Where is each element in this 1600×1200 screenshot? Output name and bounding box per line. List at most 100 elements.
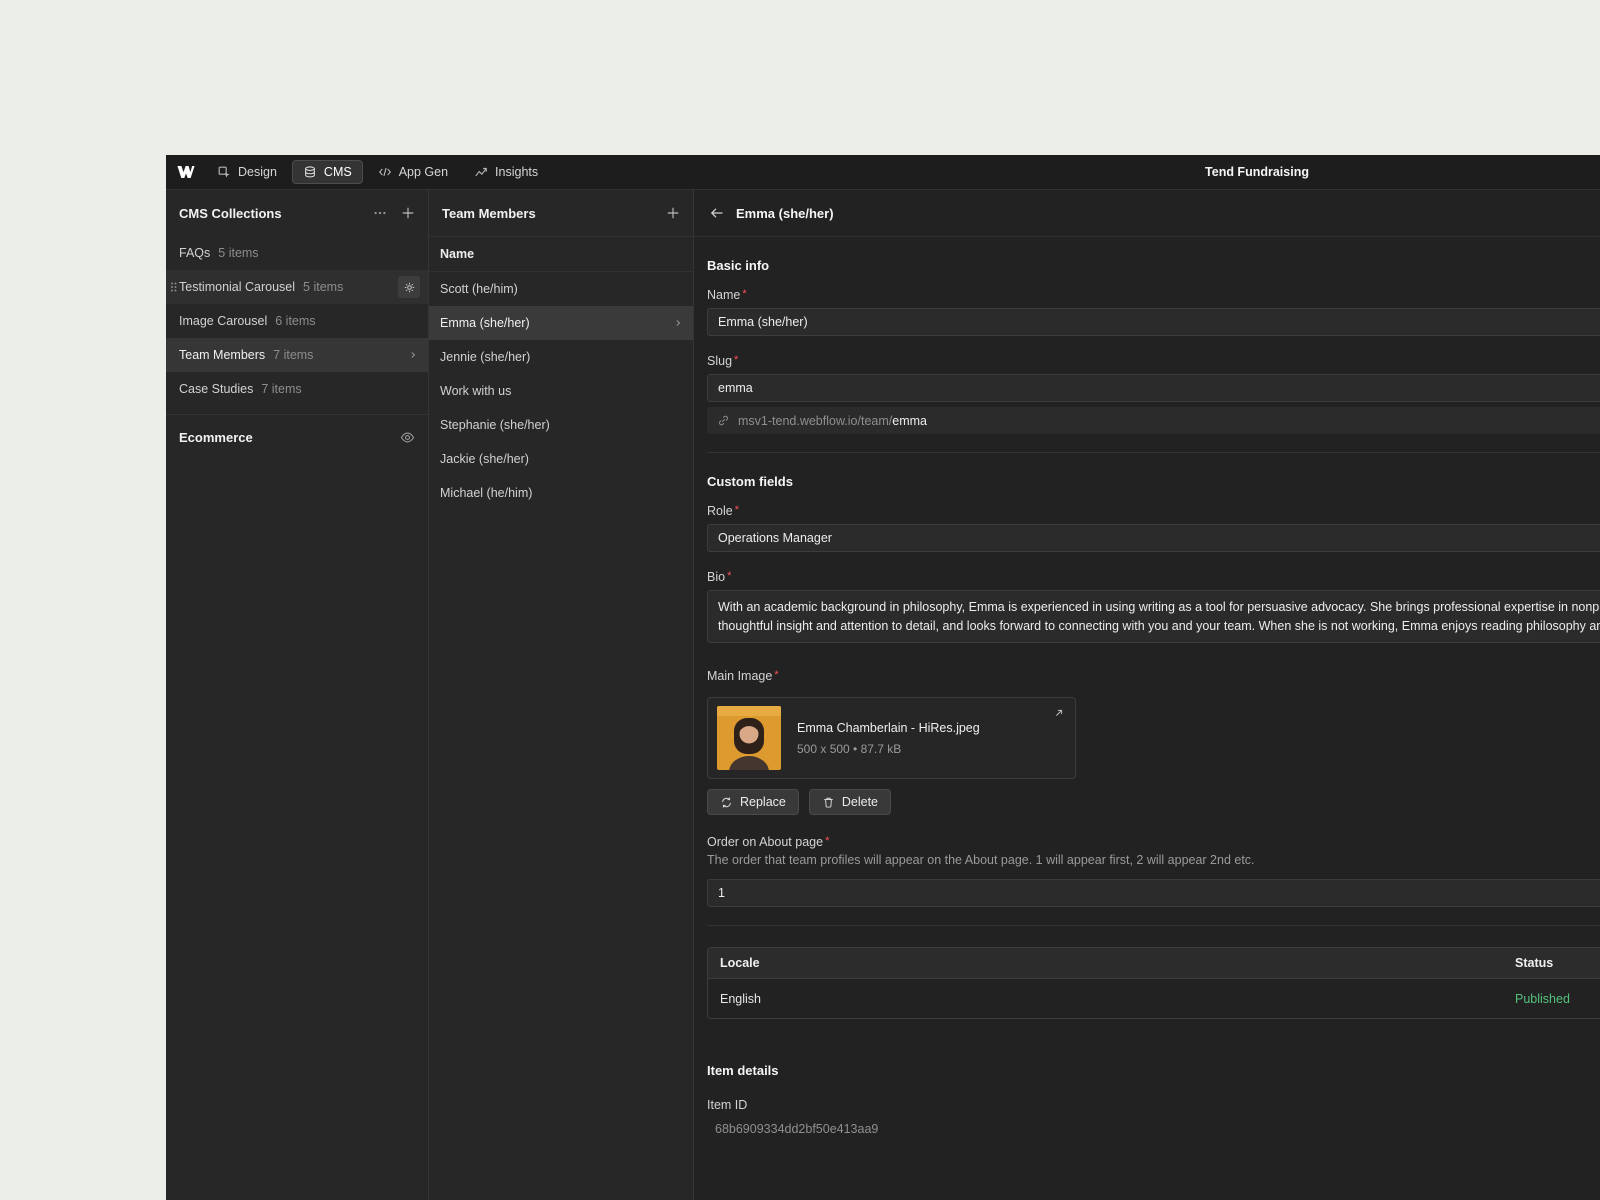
slug-input[interactable] [707,374,1600,402]
main-image-card[interactable]: Emma Chamberlain - HiRes.jpeg 500 x 500 … [707,697,1076,779]
insights-icon [474,165,488,179]
gear-icon [403,281,416,294]
replace-image-button[interactable]: Replace [707,789,799,815]
collections-header: CMS Collections [166,190,428,236]
collection-count: 7 items [273,348,314,362]
drag-handle-icon[interactable] [170,282,177,293]
collection-items-panel: Team Members Name Scott (he/him) Emma (s… [429,190,694,1200]
webflow-logo-icon[interactable] [166,166,206,178]
more-options-icon[interactable] [373,206,387,220]
collection-count: 5 items [218,246,259,260]
team-member-row-michael[interactable]: Michael (he/him) [429,476,693,510]
slug-url-prefix: msv1-tend.webflow.io/team/ [738,413,893,428]
team-member-name: Stephanie (she/her) [440,418,550,432]
role-input[interactable] [707,524,1600,552]
order-label: Order on About page [707,835,829,849]
collection-count: 5 items [303,280,344,294]
collection-row-faqs[interactable]: FAQs 5 items [166,236,428,270]
code-icon [378,165,392,179]
team-member-row-work-with-us[interactable]: Work with us [429,374,693,408]
delete-image-button[interactable]: Delete [808,789,892,815]
cms-icon [303,165,317,179]
basic-info-heading: Basic info [707,258,770,273]
tab-design-label: Design [238,165,277,179]
tab-app-gen-label: App Gen [398,165,449,179]
order-help-text: The order that team profiles will appear… [707,853,1255,867]
main-image-field: Main Image Emma Chamberlain - HiRes.jpeg… [707,669,1600,815]
locale-table: Locale Status English Published [707,947,1600,1019]
item-id-label: Item ID [707,1098,748,1112]
name-label: Name [707,288,747,302]
custom-fields-heading: Custom fields [707,474,793,489]
back-button[interactable] [707,203,727,223]
tab-app-gen[interactable]: App Gen [367,160,459,184]
collection-row-case-studies[interactable]: Case Studies 7 items [166,372,428,406]
role-field: Role [707,504,1600,552]
bio-textarea[interactable]: With an academic background in philosoph… [707,590,1600,643]
tab-insights-label: Insights [495,165,539,179]
collection-name: Team Members [179,348,266,362]
team-member-photo [717,706,781,770]
collection-row-team-members[interactable]: Team Members 7 items [166,338,428,372]
collection-row-testimonial-carousel[interactable]: Testimonial Carousel 5 items [166,270,428,304]
main-row: CMS Collections FAQs 5 items Testimonial… [166,190,1600,1200]
tab-design[interactable]: Design [206,160,288,184]
collection-row-image-carousel[interactable]: Image Carousel 6 items [166,304,428,338]
item-id-value: 68b6909334dd2bf50e413aa9 [715,1122,879,1136]
collection-name: Image Carousel [179,314,268,328]
team-member-name: Emma (she/her) [440,316,530,330]
collection-list: FAQs 5 items Testimonial Carousel 5 item… [166,236,428,406]
main-image-label: Main Image [707,669,779,683]
editor-header: Emma (she/her) [694,190,1600,237]
replace-icon [720,796,733,809]
chevron-right-icon [408,350,418,360]
editor-content: Basic info Name Slug msv1-tend.webflow.i… [694,237,1600,1200]
team-member-list: Scott (he/him) Emma (she/her) Jennie (sh… [429,272,693,510]
design-icon [217,165,231,179]
collections-title: CMS Collections [179,205,282,221]
team-member-row-emma[interactable]: Emma (she/her) [429,306,693,340]
collection-name: Testimonial Carousel [179,280,296,294]
team-member-row-scott[interactable]: Scott (he/him) [429,272,693,306]
team-member-name: Work with us [440,384,512,398]
status-badge: Published [1515,991,1570,1006]
topbar: Design CMS App Gen Insights Tend Fundrai… [166,155,1600,190]
slug-field: Slug msv1-tend.webflow.io/team/emma [707,354,1600,434]
image-meta: 500 x 500 • 87.7 kB [797,741,902,756]
section-divider [707,452,1600,453]
tab-cms-label: CMS [323,165,352,179]
tab-cms[interactable]: CMS [291,160,363,184]
role-label: Role [707,504,739,518]
locale-row-english[interactable]: English Published [708,979,1600,1018]
order-input[interactable] [707,879,1600,907]
eye-icon[interactable] [400,430,415,445]
slug-label: Slug [707,354,738,368]
open-image-icon[interactable] [1053,707,1065,719]
trash-icon [822,796,835,809]
ecommerce-section[interactable]: Ecommerce [166,415,428,459]
collection-name: FAQs [179,246,211,260]
team-member-row-jennie[interactable]: Jennie (she/her) [429,340,693,374]
cms-collections-panel: CMS Collections FAQs 5 items Testimonial… [166,190,429,1200]
team-member-row-jackie[interactable]: Jackie (she/her) [429,442,693,476]
site-title: Tend Fundraising [1205,165,1309,179]
collection-settings-button[interactable] [398,276,420,298]
collection-name: Case Studies [179,382,254,396]
locale-column-header: Locale [720,956,760,970]
topbar-tabs: Design CMS App Gen Insights [206,160,549,184]
status-column-header: Status [1515,956,1554,970]
team-member-row-stephanie[interactable]: Stephanie (she/her) [429,408,693,442]
image-actions: Replace Delete [707,789,1600,815]
back-arrow-icon [709,205,725,221]
tab-insights[interactable]: Insights [463,160,549,184]
add-collection-icon[interactable] [401,206,415,220]
slug-url-preview: msv1-tend.webflow.io/team/emma [707,407,1600,434]
locale-table-header: Locale Status [708,948,1600,979]
collection-count: 7 items [261,382,302,396]
locale-value: English [720,991,761,1006]
name-input[interactable] [707,308,1600,336]
name-column-header: Name [429,236,693,272]
image-info: Emma Chamberlain - HiRes.jpeg 500 x 500 … [797,721,980,756]
add-item-icon[interactable] [666,206,680,220]
bio-field: Bio With an academic background in philo… [707,570,1600,643]
